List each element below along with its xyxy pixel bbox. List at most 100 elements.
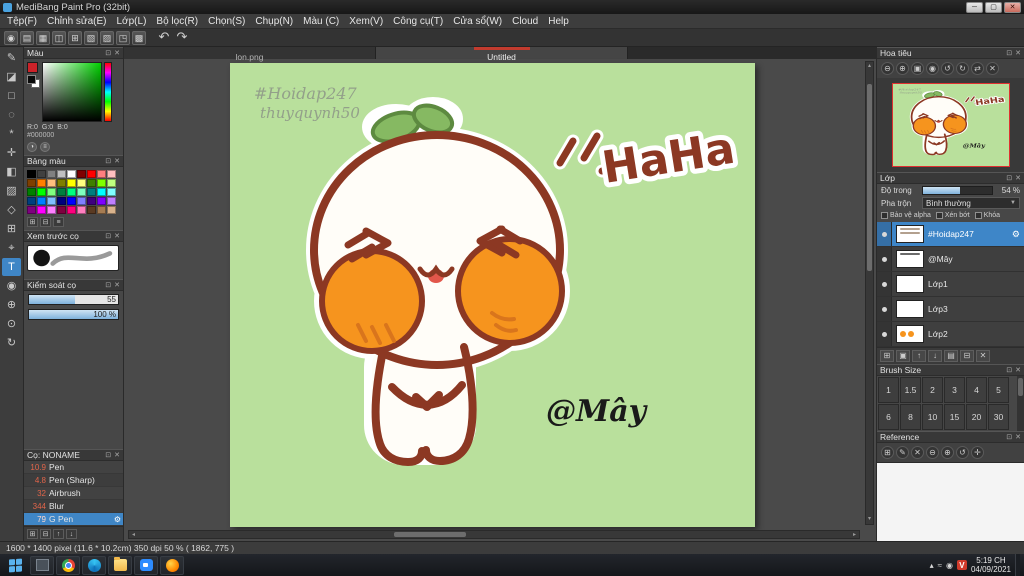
select-all-icon[interactable]: ▧ bbox=[84, 30, 98, 45]
palette-swatch[interactable] bbox=[57, 188, 66, 196]
crop-icon[interactable]: ◳ bbox=[116, 30, 130, 45]
undo-button[interactable]: ↶ bbox=[156, 30, 172, 45]
brush-size-cell[interactable]: 30 bbox=[988, 404, 1009, 430]
new-file-icon[interactable]: ▤ bbox=[20, 30, 34, 45]
brush-row[interactable]: 344 Blur bbox=[24, 500, 123, 513]
close-panel-icon[interactable]: ✕ bbox=[114, 157, 120, 165]
ref-clear-icon[interactable]: ✕ bbox=[911, 446, 924, 459]
palette-swatch[interactable] bbox=[87, 179, 96, 187]
show-desktop-button[interactable] bbox=[1015, 554, 1020, 576]
close-panel-icon[interactable]: ✕ bbox=[114, 49, 120, 57]
palette-swatch[interactable] bbox=[77, 170, 86, 178]
marquee-tool[interactable]: □ bbox=[2, 87, 21, 105]
brush-size-cell[interactable]: 6 bbox=[878, 404, 899, 430]
palette-swatch[interactable] bbox=[97, 170, 106, 178]
brush-settings-icon[interactable]: ⚙ bbox=[114, 515, 121, 524]
maximize-button[interactable]: ▢ bbox=[985, 1, 1002, 13]
eyedropper-tool[interactable]: ◉ bbox=[2, 277, 21, 295]
palette-swatch[interactable] bbox=[47, 188, 56, 196]
add-color-icon[interactable]: ⊞ bbox=[27, 217, 38, 227]
gradient-tool[interactable]: ▨ bbox=[2, 182, 21, 200]
nav-fit-icon[interactable]: ▣ bbox=[911, 62, 924, 75]
float-panel-icon[interactable]: ⊡ bbox=[105, 451, 111, 459]
palette-swatch[interactable] bbox=[37, 179, 46, 187]
scroll-left-icon[interactable]: ◂ bbox=[129, 531, 138, 538]
snap-tool[interactable]: ⌖ bbox=[2, 239, 21, 257]
blend-mode-select[interactable]: Bình thường ▼ bbox=[922, 197, 1020, 209]
eraser-tool[interactable]: ◪ bbox=[2, 68, 21, 86]
hand-tool[interactable]: ⊕ bbox=[2, 296, 21, 314]
layer-row[interactable]: @Mây bbox=[877, 247, 1024, 272]
layer-settings-icon[interactable]: ⚙ bbox=[1012, 229, 1020, 240]
palette-swatch[interactable] bbox=[27, 197, 36, 205]
nav-zoom-in-icon[interactable]: ⊕ bbox=[896, 62, 909, 75]
palette-swatch[interactable] bbox=[87, 170, 96, 178]
palette-swatch[interactable] bbox=[87, 188, 96, 196]
palette-swatch[interactable] bbox=[97, 179, 106, 187]
delete-color-icon[interactable]: ⊟ bbox=[40, 217, 51, 227]
layer-row-selected[interactable]: #Hoidap247 ⚙ bbox=[877, 222, 1024, 247]
merge-layer-icon[interactable]: ⊟ bbox=[960, 350, 974, 362]
nav-flip-icon[interactable]: ⇄ bbox=[971, 62, 984, 75]
palette-swatch[interactable] bbox=[47, 206, 56, 214]
palette-swatch[interactable] bbox=[37, 197, 46, 205]
palette-swatch[interactable] bbox=[37, 170, 46, 178]
tab-untitled[interactable]: Untitled bbox=[376, 47, 628, 62]
pen-tool[interactable]: ✎ bbox=[2, 49, 21, 67]
save-file-icon[interactable]: ◫ bbox=[52, 30, 66, 45]
brush-size-cell[interactable]: 10 bbox=[922, 404, 943, 430]
float-panel-icon[interactable]: ⊡ bbox=[105, 232, 111, 240]
layer-up-icon[interactable]: ↑ bbox=[912, 350, 926, 362]
start-button[interactable] bbox=[2, 554, 28, 576]
alpha-protect-checkbox[interactable] bbox=[881, 212, 888, 219]
menu-item[interactable]: Xem(V) bbox=[344, 14, 388, 29]
palette-swatch[interactable] bbox=[107, 197, 116, 205]
export-icon[interactable]: ⊞ bbox=[68, 30, 82, 45]
palette-swatch[interactable] bbox=[37, 188, 46, 196]
new-layer-icon[interactable]: ⊞ bbox=[880, 350, 894, 362]
brush-row[interactable]: 32 Airbrush bbox=[24, 487, 123, 500]
float-panel-icon[interactable]: ⊡ bbox=[105, 157, 111, 165]
edge-icon[interactable] bbox=[82, 555, 106, 575]
float-panel-icon[interactable]: ⊡ bbox=[1006, 433, 1012, 441]
brush-size-cell[interactable]: 1.5 bbox=[900, 377, 921, 403]
layer-down-icon[interactable]: ↓ bbox=[928, 350, 942, 362]
menu-item[interactable]: Màu (C) bbox=[298, 14, 344, 29]
palette-swatch[interactable] bbox=[67, 179, 76, 187]
nav-rotate-right-icon[interactable]: ↻ bbox=[956, 62, 969, 75]
palette-swatch[interactable] bbox=[97, 197, 106, 205]
ref-zoom-out-icon[interactable]: ⊖ bbox=[926, 446, 939, 459]
palette-swatch[interactable] bbox=[87, 197, 96, 205]
tab-lon-png[interactable]: lon.png bbox=[124, 47, 376, 62]
ref-move-icon[interactable]: ✛ bbox=[971, 446, 984, 459]
palette-swatch[interactable] bbox=[87, 206, 96, 214]
menu-item[interactable]: Công cụ(T) bbox=[388, 14, 448, 29]
grid-icon[interactable]: ▩ bbox=[132, 30, 146, 45]
brush-size-cell[interactable]: 1 bbox=[878, 377, 899, 403]
menu-item[interactable]: Cửa sổ(W) bbox=[448, 14, 507, 29]
palette-swatch[interactable] bbox=[77, 179, 86, 187]
delete-brush-icon[interactable]: ⊟ bbox=[40, 529, 51, 539]
minimize-button[interactable]: ─ bbox=[966, 1, 983, 13]
palette-swatch[interactable] bbox=[27, 206, 36, 214]
ref-rotate-icon[interactable]: ↺ bbox=[956, 446, 969, 459]
layer-visibility-toggle[interactable] bbox=[877, 322, 892, 346]
palette-swatch[interactable] bbox=[27, 188, 36, 196]
firefox-icon[interactable] bbox=[160, 555, 184, 575]
nav-actual-size-icon[interactable]: ◉ bbox=[926, 62, 939, 75]
color-wheel-toggle-icon[interactable]: ◑ bbox=[27, 142, 37, 152]
brush-size-cell[interactable]: 3 bbox=[944, 377, 965, 403]
zoom-icon[interactable] bbox=[134, 555, 158, 575]
brush-size-cell[interactable]: 8 bbox=[900, 404, 921, 430]
palette-swatch[interactable] bbox=[27, 179, 36, 187]
brush-size-cell[interactable]: 4 bbox=[966, 377, 987, 403]
brush-row[interactable]: 10.9 Pen bbox=[24, 461, 123, 474]
close-panel-icon[interactable]: ✕ bbox=[114, 281, 120, 289]
menu-item[interactable]: Lớp(L) bbox=[112, 14, 152, 29]
add-brush-icon[interactable]: ⊞ bbox=[27, 529, 38, 539]
scroll-right-icon[interactable]: ▸ bbox=[850, 531, 859, 538]
palette-swatch[interactable] bbox=[67, 206, 76, 214]
palette-swatch[interactable] bbox=[77, 206, 86, 214]
fill-tool[interactable]: ◧ bbox=[2, 163, 21, 181]
nav-zoom-out-icon[interactable]: ⊖ bbox=[881, 62, 894, 75]
